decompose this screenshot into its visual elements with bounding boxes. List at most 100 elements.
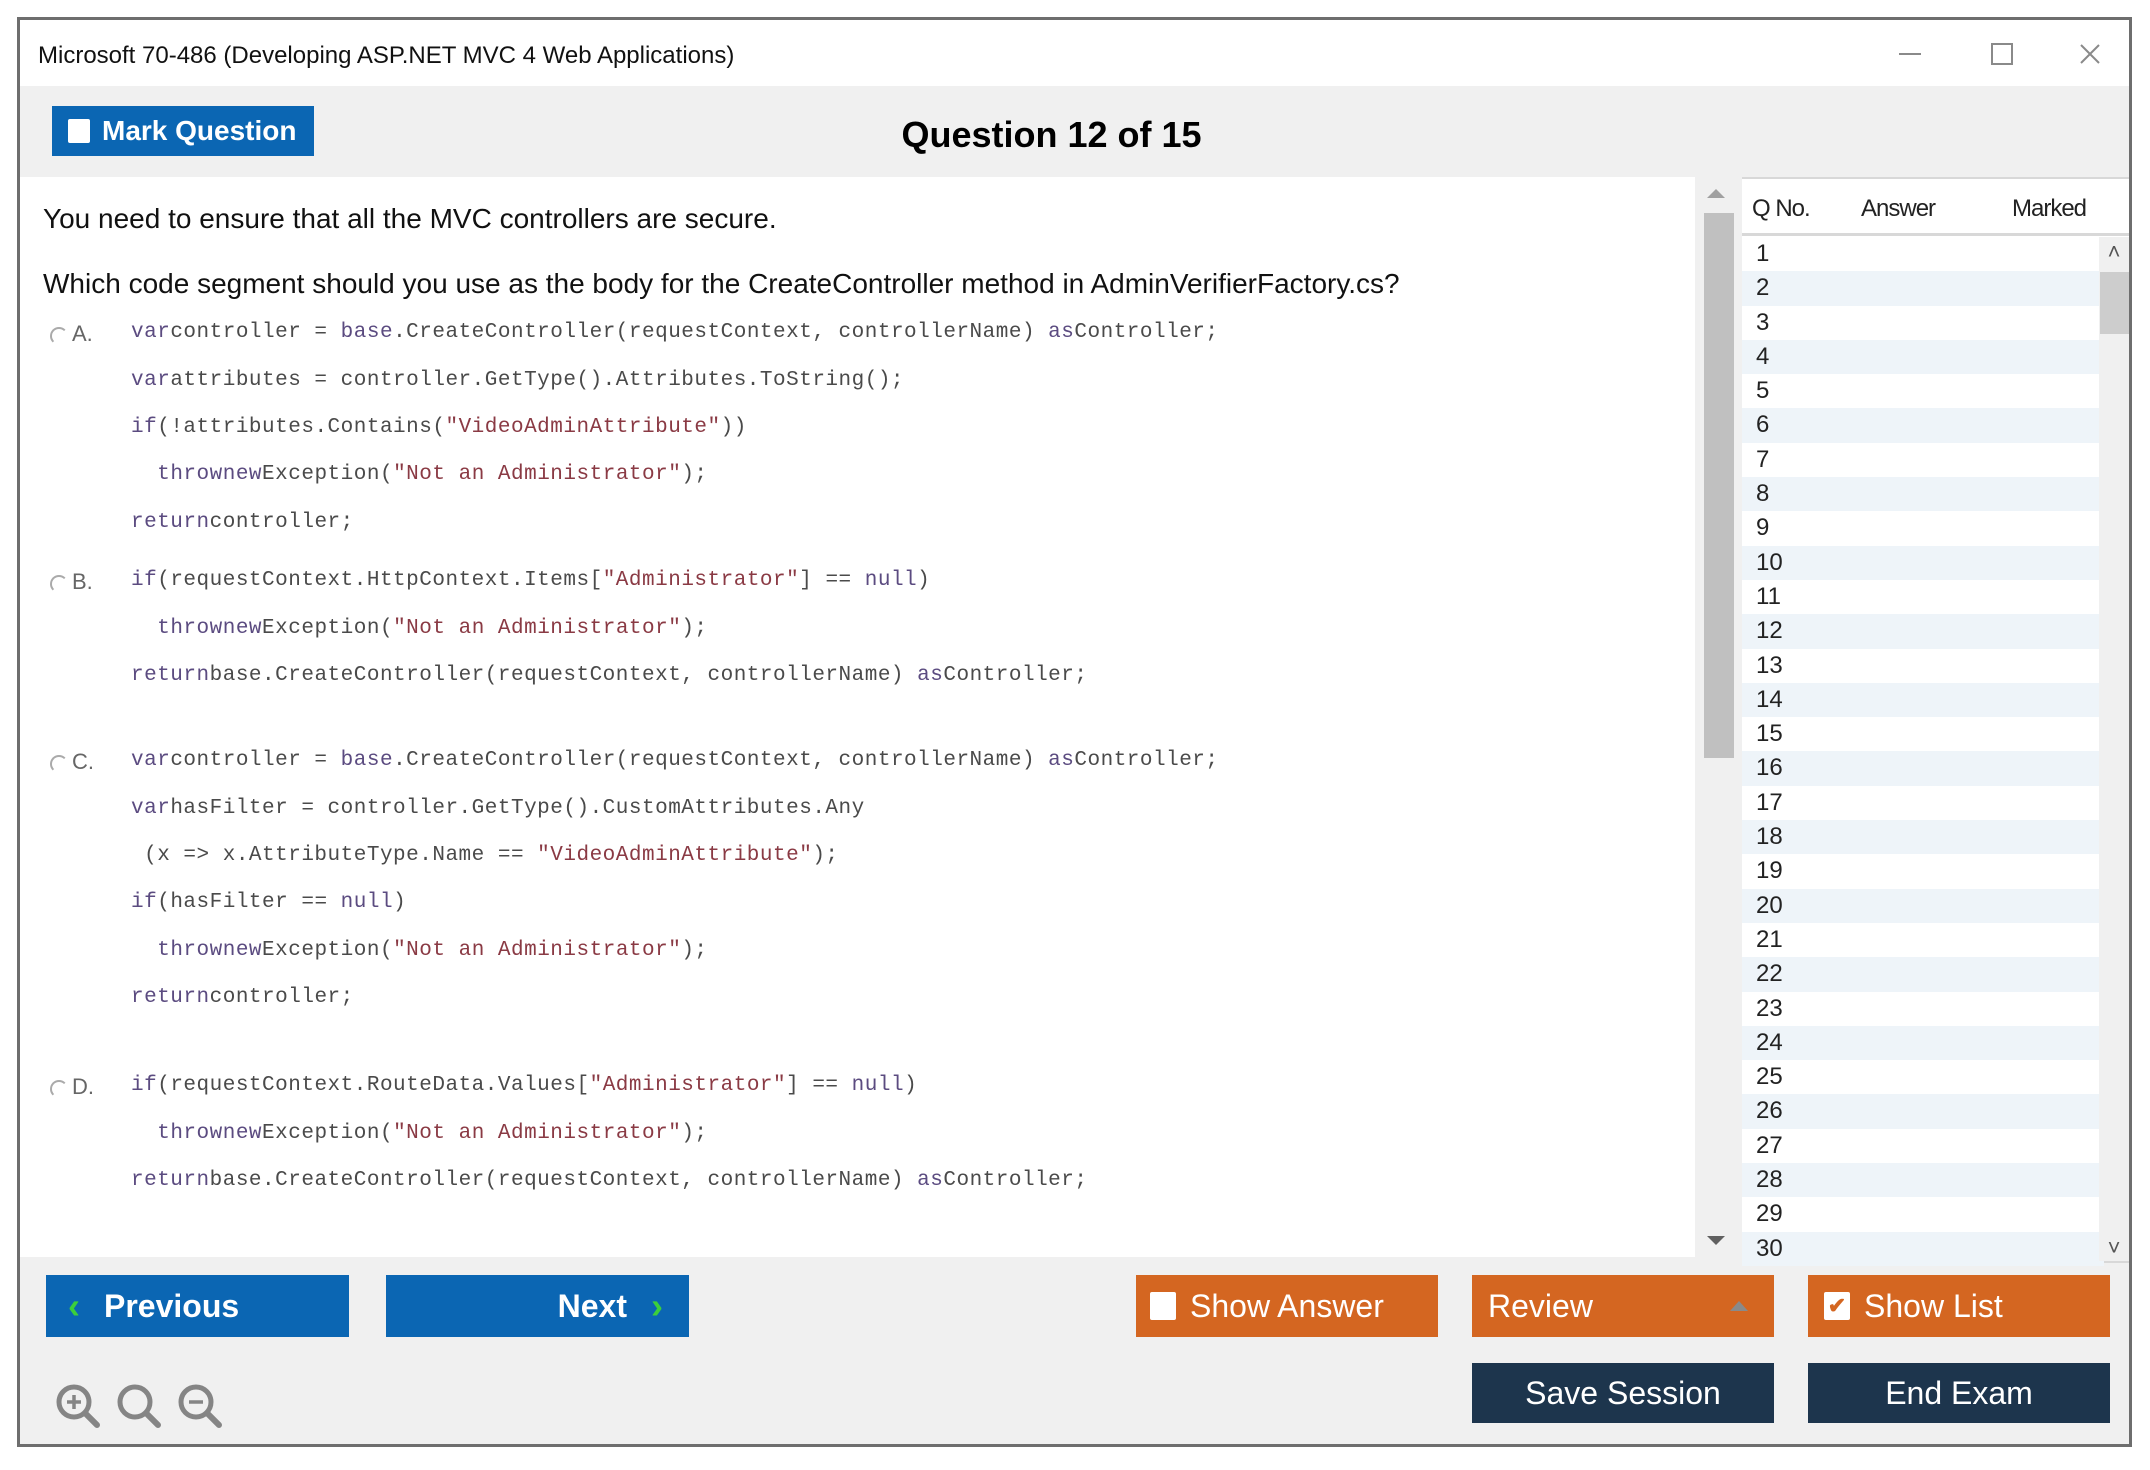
question-list-row[interactable]: 19 [1742,854,2104,888]
question-list-row[interactable]: 14 [1742,682,2104,718]
option-radio-button[interactable] [50,327,68,345]
question-number: 6 [1756,411,1770,439]
chevron-down-icon[interactable]: ˅ [2099,1235,2129,1261]
question-list-row[interactable]: 25 [1742,1060,2104,1094]
question-list-row[interactable]: 16 [1742,751,2104,786]
question-list-row[interactable]: 15 [1742,717,2104,751]
question-number: 8 [1756,480,1770,508]
next-label: Next [557,1287,627,1324]
question-list-row[interactable]: 17 [1742,786,2104,820]
question-number: 1 [1756,240,1770,267]
question-list-row[interactable]: 1 [1742,237,2104,271]
zoom-reset-icon[interactable] [115,1382,163,1430]
code-line: thrownewException("Not an Administrator"… [157,1122,708,1145]
question-number: 24 [1756,1028,1783,1056]
question-number: 13 [1756,651,1783,679]
question-list-row[interactable]: 28 [1742,1163,2104,1198]
question-number: 18 [1756,823,1783,851]
question-counter: Question 12 of 15 [901,114,1202,155]
question-number: 20 [1756,891,1783,919]
content-scrollbar[interactable] [1698,177,1734,1257]
zoom-out-icon[interactable] [176,1382,224,1430]
code-line: returncontroller; [131,986,354,1009]
question-list-row[interactable]: 30 [1742,1231,2104,1266]
question-number: 11 [1756,582,1781,610]
question-number: 29 [1756,1200,1783,1228]
scrollbar-thumb[interactable] [1704,213,1734,758]
app-window: Microsoft 70-486 (Developing ASP.NET MVC… [17,17,2132,1447]
chevron-up-icon[interactable]: ˄ [2099,239,2129,265]
question-list-row[interactable]: 18 [1742,820,2104,855]
code-line: returnbase.CreateController(requestConte… [131,664,1088,687]
question-number: 26 [1756,1097,1783,1125]
question-list-row[interactable]: 12 [1742,614,2104,649]
question-list-row[interactable]: 22 [1742,957,2104,992]
question-number: 9 [1756,514,1770,542]
show-answer-button[interactable]: Show Answer [1136,1275,1438,1337]
question-number: 2 [1756,274,1770,302]
list-scrollbar-thumb[interactable] [2100,272,2129,334]
code-line: thrownewException("Not an Administrator"… [157,463,708,486]
question-number: 15 [1756,720,1783,748]
question-list-row[interactable]: 10 [1742,545,2104,580]
previous-button[interactable]: ‹ Previous [46,1275,349,1337]
question-list-row[interactable]: 2 [1742,271,2104,306]
option-radio-button[interactable] [50,755,68,773]
code-line: varcontroller = base.CreateController(re… [131,749,1219,772]
question-list-scrollbar[interactable]: ˄ ˅ [2099,237,2129,1261]
question-list-row[interactable]: 8 [1742,477,2104,512]
review-dropdown[interactable]: Review [1472,1275,1774,1337]
question-number: 16 [1756,754,1783,782]
column-header-q-no[interactable]: Q No. [1752,195,1811,223]
caret-up-icon [1730,1301,1748,1311]
question-list-row[interactable]: 5 [1742,374,2104,408]
end-exam-button[interactable]: End Exam [1808,1363,2110,1423]
minimize-icon[interactable] [1880,34,1940,74]
code-line: thrownewException("Not an Administrator"… [157,939,708,962]
scroll-down-arrow-icon[interactable] [1707,1236,1725,1245]
chevron-left-icon: ‹ [68,1285,80,1326]
option-letter: A. [72,321,93,346]
question-number: 28 [1756,1166,1783,1194]
show-list-button[interactable]: ✔ Show List [1808,1275,2110,1337]
option-letter: B. [72,569,93,594]
save-session-button[interactable]: Save Session [1472,1363,1774,1423]
question-list-row[interactable]: 4 [1742,339,2104,375]
question-list-row[interactable]: 20 [1742,888,2104,923]
show-answer-checkbox[interactable] [1150,1292,1176,1320]
previous-label: Previous [104,1287,240,1324]
question-number: 14 [1756,685,1783,713]
close-icon[interactable] [2060,34,2120,74]
question-list-row[interactable]: 21 [1742,923,2104,957]
code-line: varcontroller = base.CreateController(re… [131,321,1219,344]
question-list-row[interactable]: 7 [1742,443,2104,477]
zoom-in-icon[interactable] [54,1382,102,1430]
question-number: 10 [1756,548,1783,576]
question-list-row[interactable]: 3 [1742,306,2104,340]
option-radio-button[interactable] [50,575,68,593]
code-line: if(requestContext.HttpContext.Items["Adm… [131,569,931,592]
column-header-answer[interactable]: Answer [1861,195,1936,223]
show-list-checkbox[interactable]: ✔ [1824,1292,1850,1320]
column-header-marked[interactable]: Marked [2012,195,2087,223]
question-list-row[interactable]: 26 [1742,1094,2104,1129]
question-list-row[interactable]: 9 [1742,511,2104,545]
question-number: 4 [1756,342,1770,370]
option-radio-button[interactable] [50,1080,68,1098]
question-number: 5 [1756,377,1770,405]
question-list-panel: Q No. Answer Marked 1 2 3 4 5 6 7 8 9 10 11 12 13 14 1… [1742,177,2129,1266]
question-list-row[interactable]: 24 [1742,1025,2104,1061]
question-list-row[interactable]: 11 [1742,580,2104,614]
scroll-up-arrow-icon[interactable] [1707,189,1725,198]
question-list-row[interactable]: 23 [1742,992,2104,1026]
question-list-row[interactable]: 13 [1742,649,2104,683]
option-letter: D. [72,1074,94,1099]
question-list-header: Q No. Answer Marked [1742,179,2129,236]
question-list-row[interactable]: 6 [1742,408,2104,443]
option-letter: C. [72,749,94,774]
review-label: Review [1488,1287,1593,1324]
maximize-icon[interactable] [1972,34,2032,74]
question-list-row[interactable]: 27 [1742,1129,2104,1163]
next-button[interactable]: Next › [386,1275,689,1337]
question-list-row[interactable]: 29 [1742,1197,2104,1231]
